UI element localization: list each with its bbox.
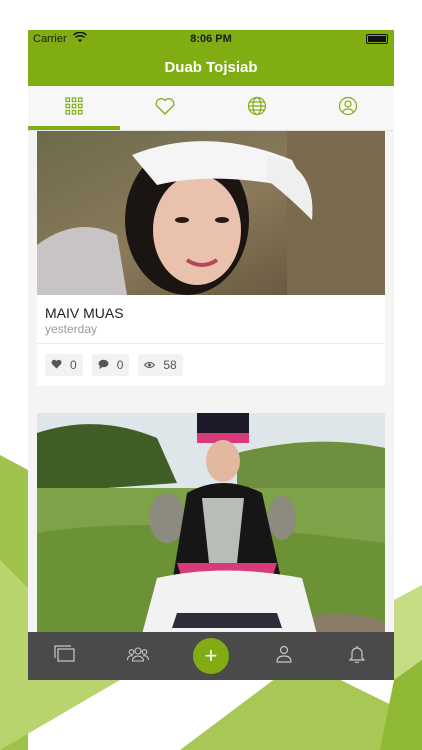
post-date: yesterday (45, 322, 98, 336)
comment-count: 0 (116, 358, 124, 372)
user-circle-icon (338, 96, 358, 121)
profile-button[interactable] (264, 636, 304, 676)
tab-bar (28, 86, 394, 131)
comment-icon (98, 358, 109, 372)
post-card[interactable]: MAIV MUAS yesterday 0 0 58 (37, 131, 385, 386)
post-photo[interactable] (37, 131, 385, 295)
clock: 8:06 PM (190, 33, 232, 45)
status-bar: Carrier 8:06 PM (28, 30, 394, 48)
tab-explore[interactable] (211, 86, 303, 130)
tab-favorites[interactable] (120, 86, 212, 130)
heart-icon (154, 97, 176, 120)
views-badge: 58 (138, 354, 183, 376)
bell-icon (348, 645, 366, 668)
battery-icon (366, 34, 388, 44)
tab-grid[interactable] (28, 86, 120, 130)
page-title: Duab Tojsiab (164, 58, 258, 76)
bottom-toolbar: + (28, 632, 394, 680)
post-title[interactable]: MAIV MUAS (45, 305, 124, 321)
globe-icon (247, 96, 267, 121)
navigation-bar: Duab Tojsiab (28, 48, 394, 86)
albums-icon (53, 644, 76, 668)
heart-filled-icon (51, 358, 62, 372)
post-photo[interactable] (37, 413, 385, 632)
grid-icon (65, 96, 83, 120)
phone-screen: Carrier 8:06 PM Duab Tojsiab MAIV MUAS y… (28, 30, 394, 680)
people-icon (126, 646, 149, 667)
view-count: 58 (163, 358, 177, 372)
profile-icon (276, 645, 292, 668)
tab-profile[interactable] (303, 86, 395, 130)
notifications-button[interactable] (337, 636, 377, 676)
add-icon: + (192, 638, 229, 674)
like-count: 0 (70, 358, 77, 372)
divider (37, 343, 385, 344)
add-photo-button[interactable]: + (191, 636, 231, 676)
eye-icon (144, 358, 156, 372)
photo-feed[interactable]: MAIV MUAS yesterday 0 0 58 (28, 131, 394, 632)
people-button[interactable] (118, 636, 158, 676)
like-button[interactable]: 0 (45, 354, 83, 376)
post-card[interactable] (37, 413, 385, 632)
albums-button[interactable] (45, 636, 85, 676)
post-stats: 0 0 58 (45, 354, 183, 376)
comment-button[interactable]: 0 (91, 354, 130, 376)
